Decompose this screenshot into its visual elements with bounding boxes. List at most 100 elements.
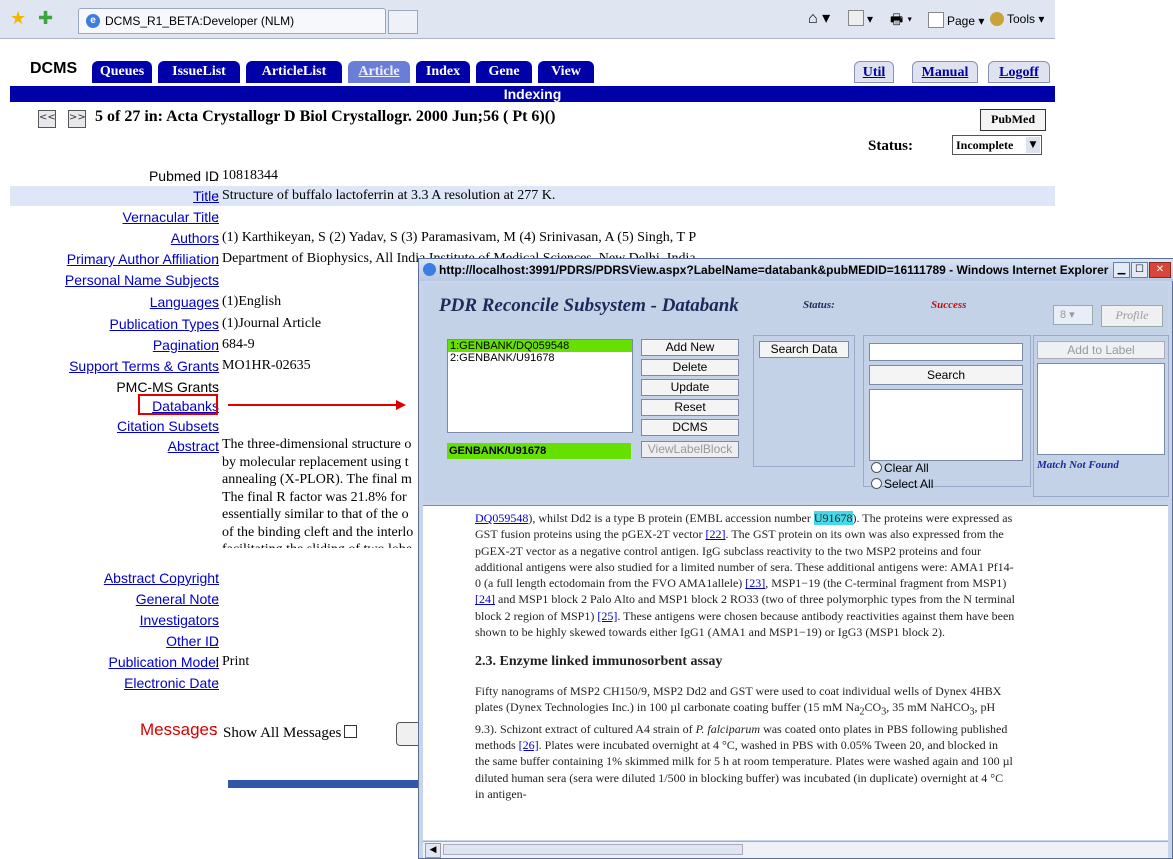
add-new-button[interactable]: Add New <box>641 339 739 356</box>
pubmed-button[interactable]: PubMed <box>980 109 1046 131</box>
field-row-vernacular-title: Vernacular Title: <box>122 207 220 227</box>
field-row-title: Title: Structure of buffalo lactoferrin … <box>10 186 1055 206</box>
tab-manual[interactable]: Manual <box>912 61 978 83</box>
indexing-bar: Indexing <box>10 86 1055 102</box>
list-item[interactable]: 2:GENBANK/U91678 <box>448 352 632 364</box>
horizontal-scrollbar[interactable]: ◀ <box>423 841 1168 858</box>
databank-list[interactable]: 1:GENBANK/DQ059548 2:GENBANK/U91678 <box>447 339 633 433</box>
field-link-electronic-date[interactable]: Electronic Date <box>124 673 219 693</box>
maximize-button[interactable]: ☐ <box>1131 262 1148 278</box>
field-label: Pubmed ID <box>148 168 219 184</box>
ref-link-23[interactable]: [23] <box>745 576 765 590</box>
print-icon[interactable]: 🖶 ▾ <box>890 9 912 33</box>
ref-link-26[interactable]: [26] <box>519 738 539 752</box>
close-button[interactable]: ✕ <box>1149 262 1171 278</box>
field-link-publication-model[interactable]: Publication Model <box>108 652 219 672</box>
search-input[interactable] <box>869 343 1023 361</box>
field-link-other-id[interactable]: Other ID <box>166 631 219 651</box>
highlighted-accession: U91678 <box>813 511 853 525</box>
field-link-citation-subsets[interactable]: Citation Subsets <box>117 416 219 436</box>
field-value: 10818344 <box>222 168 278 183</box>
profile-button[interactable]: Profile <box>1101 305 1163 327</box>
pdr-status-label: Status: <box>803 299 835 311</box>
feeds-icon[interactable]: ▾ <box>848 10 873 26</box>
show-all-checkbox[interactable] <box>344 725 358 738</box>
show-all-messages[interactable]: Show All Messages <box>223 725 358 742</box>
field-link-general-note[interactable]: General Note <box>136 589 219 609</box>
tools-menu[interactable]: Tools ▾ <box>990 12 1044 26</box>
gear-icon <box>990 12 1004 26</box>
field-value: (1)Journal Article <box>222 316 322 331</box>
field-link-authors[interactable]: Authors <box>171 228 219 248</box>
field-value: (1) Karthikeyan, S (2) Yadav, S (3) Para… <box>222 230 697 245</box>
clear-all-radio[interactable]: Clear All <box>871 461 929 475</box>
tab-issuelist[interactable]: IssueList <box>158 61 240 83</box>
browser-tab[interactable]: e DCMS_R1_BETA:Developer (NLM) <box>78 8 386 34</box>
new-tab-button[interactable] <box>388 10 418 34</box>
field-link-languages[interactable]: Languages <box>150 292 219 312</box>
next-article-button[interactable]: >> <box>68 110 86 128</box>
tab-articlelist[interactable]: ArticleList <box>246 61 342 83</box>
scroll-thumb[interactable] <box>443 844 743 855</box>
field-row-authors: Authors: (1) Karthikeyan, S (2) Yadav, S… <box>170 228 697 248</box>
pdr-popup-window: http://localhost:3991/PDRS/PDRSView.aspx… <box>418 258 1173 859</box>
tab-util[interactable]: Util <box>854 61 894 83</box>
view-label-block-button[interactable]: ViewLabelBlock <box>641 441 739 458</box>
field-value: 684-9 <box>222 337 255 352</box>
article-document[interactable]: DQ059548), whilst Dd2 is a type B protei… <box>423 505 1168 840</box>
prev-article-button[interactable]: << <box>38 110 56 128</box>
tab-logoff[interactable]: Logoff <box>988 61 1050 83</box>
field-value: MO1HR-02635 <box>222 358 311 373</box>
ie-icon: e <box>86 14 100 28</box>
field-link-abstract[interactable]: Abstract <box>168 436 219 456</box>
tab-gene[interactable]: Gene <box>476 61 532 83</box>
field-link-personal-name-subjects[interactable]: Personal Name Subjects <box>65 270 219 290</box>
ref-link-24[interactable]: [24] <box>475 592 495 606</box>
tab-view[interactable]: View <box>538 61 594 83</box>
dcms-button[interactable]: DCMS <box>641 419 739 436</box>
match-status: Match Not Found <box>1037 459 1119 471</box>
minimize-button[interactable]: ▁ <box>1113 262 1130 278</box>
field-link-support-terms[interactable]: Support Terms & Grants <box>69 356 219 376</box>
field-value: Print <box>222 654 250 669</box>
field-link-publication-types[interactable]: Publication Types <box>110 314 219 334</box>
favorites-star-icon[interactable]: ★ <box>10 8 26 29</box>
field-link-vernacular-title[interactable]: Vernacular Title <box>123 207 220 227</box>
list-item[interactable]: 1:GENBANK/DQ059548 <box>448 340 632 352</box>
page-icon <box>928 12 944 28</box>
update-button[interactable]: Update <box>641 379 739 396</box>
add-to-label-button[interactable]: Add to Label <box>1037 341 1165 359</box>
status-label: Status: <box>868 138 914 154</box>
label-box[interactable] <box>1037 363 1165 455</box>
page-menu[interactable]: Page ▾ <box>928 12 984 28</box>
home-icon[interactable]: ⌂ ▾ <box>808 8 830 28</box>
field-link-investigators[interactable]: Investigators <box>140 610 219 630</box>
field-value: Structure of buffalo lactoferrin at 3.3 … <box>222 188 556 203</box>
accession-link-dq059548[interactable]: DQ059548 <box>475 511 528 525</box>
tab-queues[interactable]: Queues <box>92 61 152 83</box>
radio-icon <box>871 478 882 489</box>
field-link-affiliation[interactable]: Primary Author Affiliation <box>67 249 219 269</box>
select-all-radio[interactable]: Select All <box>871 477 933 491</box>
pdr-title: PDR Reconcile Subsystem - Databank <box>439 295 739 316</box>
delete-button[interactable]: Delete <box>641 359 739 376</box>
ref-link-25[interactable]: [25] <box>597 609 617 623</box>
tab-index[interactable]: Index <box>416 61 470 83</box>
tab-article[interactable]: Article <box>348 61 410 83</box>
field-link-pagination[interactable]: Pagination <box>153 335 219 355</box>
ref-link-22[interactable]: [22] <box>706 527 726 541</box>
status-select[interactable]: Incomplete ▼ <box>952 135 1042 155</box>
selected-databank: GENBANK/U91678 <box>447 443 631 459</box>
ie-icon <box>423 263 436 276</box>
number-select[interactable]: 8 ▾ <box>1053 305 1093 325</box>
search-data-button[interactable]: Search Data <box>759 341 849 358</box>
popup-title-text: http://localhost:3991/PDRS/PDRSView.aspx… <box>439 263 1109 277</box>
search-button[interactable]: Search <box>869 365 1023 385</box>
browser-tab-title: DCMS_R1_BETA:Developer (NLM) <box>105 14 295 28</box>
field-link-abstract-copyright[interactable]: Abstract Copyright <box>104 568 219 588</box>
add-favorite-icon[interactable]: ✚ <box>38 8 53 29</box>
scroll-left-icon[interactable]: ◀ <box>425 843 441 858</box>
document-text: DQ059548), whilst Dd2 is a type B protei… <box>475 510 1015 802</box>
reset-button[interactable]: Reset <box>641 399 739 416</box>
search-results-box[interactable] <box>869 389 1023 461</box>
